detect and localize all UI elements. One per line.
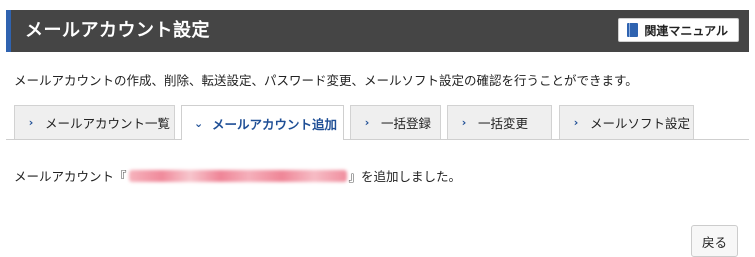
tab-bulk-change[interactable]: › 一括変更 [447,105,552,139]
chevron-right-icon: › [573,116,579,129]
page-description: メールアカウントの作成、削除、転送設定、パスワード変更、メールソフト設定の確認を… [14,73,638,88]
page-title: メールアカウント設定 [25,20,210,41]
result-suffix: 』を追加しました。 [348,169,462,184]
tab-label: 一括変更 [478,116,529,131]
tab-label: メールアカウント一覧 [45,116,171,131]
result-message: メールアカウント『 』を追加しました。 [14,166,461,185]
related-manual-label: 関連マニュアル [644,23,728,38]
back-button[interactable]: 戻る [691,225,738,257]
chevron-down-icon: ⌄ [194,116,204,130]
tab-bar: › メールアカウント一覧 ⌄ メールアカウント追加 › 一括登録 › 一括変更 … [14,105,749,140]
chevron-right-icon: › [364,116,370,129]
tab-label: メールソフト設定 [590,116,691,131]
tab-add-account[interactable]: ⌄ メールアカウント追加 [181,105,344,140]
tab-mail-software-settings[interactable]: › メールソフト設定 [559,105,694,139]
result-prefix: メールアカウント『 [14,169,127,184]
chevron-right-icon: › [28,116,34,129]
chevron-right-icon: › [461,116,467,129]
tab-bulk-register[interactable]: › 一括登録 [350,105,441,139]
redacted-email-address [128,169,347,182]
page-header: メールアカウント設定 関連マニュアル [6,10,749,52]
tab-label: 一括登録 [381,116,432,131]
related-manual-button[interactable]: 関連マニュアル [618,18,739,42]
tab-label: メールアカウント追加 [212,116,338,132]
book-icon [627,23,639,37]
tab-account-list[interactable]: › メールアカウント一覧 [14,105,175,139]
